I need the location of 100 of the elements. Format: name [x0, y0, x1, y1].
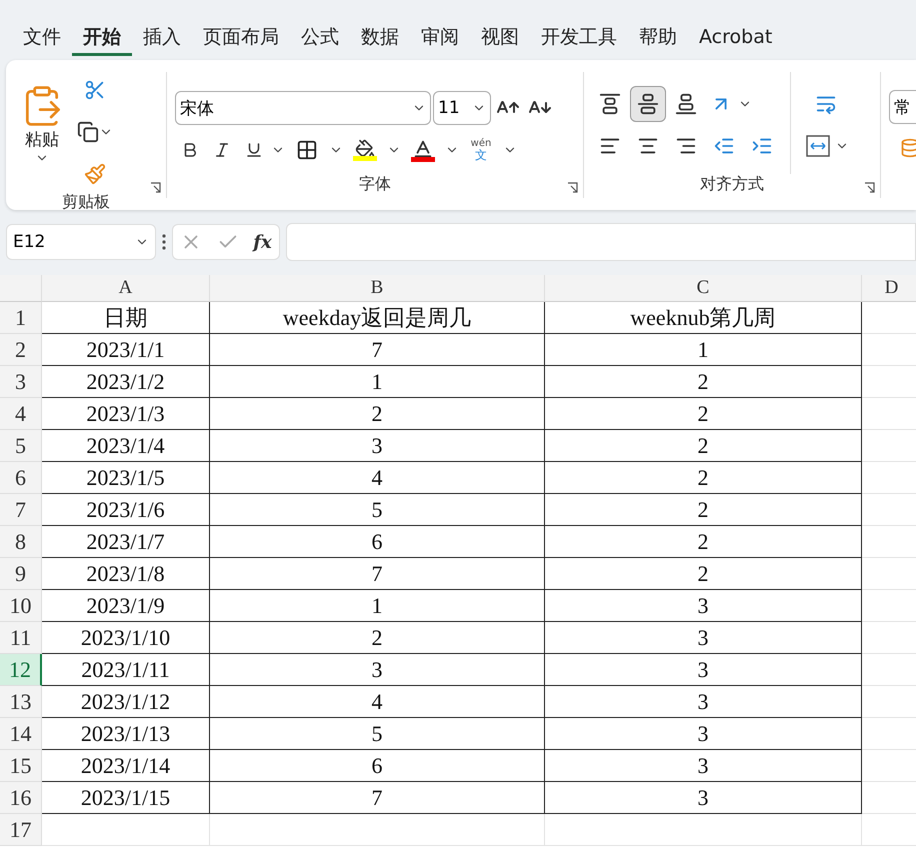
menu-tab[interactable]: 公式 — [290, 22, 350, 56]
table-cell: 5 — [210, 494, 545, 526]
row-header[interactable]: 7 — [0, 494, 42, 526]
table-cell: 3 — [545, 622, 862, 654]
table-cell: 2 — [210, 622, 545, 654]
italic-icon[interactable] — [213, 141, 231, 159]
menu-tab[interactable]: 文件 — [12, 22, 72, 56]
insert-function-button[interactable]: fx — [253, 232, 272, 252]
row-header[interactable]: 1 — [0, 302, 42, 334]
table-cell: 3 — [210, 430, 545, 462]
font-name-dropdown[interactable]: 宋体 — [175, 91, 431, 125]
formula-input[interactable] — [286, 223, 916, 261]
table-cell: 2 — [545, 526, 862, 558]
row-header[interactable]: 10 — [0, 590, 42, 622]
paintbrush-icon[interactable] — [84, 163, 106, 185]
table-cell: 2023/1/2 — [42, 366, 210, 398]
table-cell: weeknub第几周 — [545, 302, 862, 334]
group-title: 剪贴板 — [62, 192, 110, 213]
name-box[interactable]: E12 — [6, 224, 156, 260]
table-cell: 2023/1/11 — [42, 654, 210, 686]
column-header[interactable]: C — [545, 275, 862, 302]
table-cell: 3 — [545, 750, 862, 782]
menu-tab[interactable]: 页面布局 — [192, 22, 290, 56]
table-cell: 2023/1/12 — [42, 686, 210, 718]
row-header[interactable]: 2 — [0, 334, 42, 366]
table-cell: 6 — [210, 750, 545, 782]
row-header[interactable]: 6 — [0, 462, 42, 494]
table-cell: 2 — [545, 558, 862, 590]
borders-icon[interactable] — [296, 139, 318, 161]
column-header[interactable]: D — [862, 275, 916, 302]
vertical-align-button[interactable] — [630, 86, 666, 122]
row-header[interactable]: 16 — [0, 782, 42, 814]
table-cell: 3 — [545, 654, 862, 686]
number-format-dropdown[interactable]: 常 — [889, 90, 916, 124]
table-cell: 2023/1/10 — [42, 622, 210, 654]
table-cell: 2023/1/6 — [42, 494, 210, 526]
row-header[interactable]: 15 — [0, 750, 42, 782]
table-cell: 2 — [545, 462, 862, 494]
menu-tab[interactable]: 开始 — [72, 22, 132, 56]
menu-tab[interactable]: 数据 — [350, 22, 410, 56]
table-cell: weekday返回是周几 — [210, 302, 545, 334]
merge-center-icon[interactable] — [806, 135, 830, 157]
table-cell: 5 — [210, 718, 545, 750]
dialog-launcher-icon[interactable] — [864, 182, 876, 194]
menu-tab[interactable]: 开发工具 — [530, 22, 628, 56]
row-header[interactable]: 4 — [0, 398, 42, 430]
menu-tab[interactable]: 帮助 — [628, 22, 688, 56]
table-cell: 3 — [545, 718, 862, 750]
menu-tab[interactable]: 视图 — [470, 22, 530, 56]
row-header[interactable]: 14 — [0, 718, 42, 750]
row-header[interactable]: 12 — [0, 654, 42, 686]
table-cell: 7 — [210, 782, 545, 814]
row-header[interactable]: 5 — [0, 430, 42, 462]
table-cell: 3 — [545, 590, 862, 622]
middle-align-icon — [637, 93, 659, 115]
table-cell: 4 — [210, 686, 545, 718]
table-cell: 2 — [545, 398, 862, 430]
table-cell: 6 — [210, 526, 545, 558]
row-header[interactable]: 17 — [0, 814, 42, 846]
phonetic-button[interactable]: wén 文 — [470, 139, 492, 161]
table-cell: 2023/1/9 — [42, 590, 210, 622]
menu-tab[interactable]: 插入 — [132, 22, 192, 56]
table-cell: 3 — [545, 686, 862, 718]
table-cell: 1 — [210, 366, 545, 398]
group-title: 字体 — [359, 174, 391, 195]
row-header[interactable]: 8 — [0, 526, 42, 558]
drag-handle-icon[interactable] — [162, 234, 166, 250]
paste-button[interactable]: 粘贴 — [14, 72, 70, 192]
column-header[interactable]: A — [42, 275, 210, 302]
underline-icon[interactable] — [245, 141, 263, 159]
scissors-icon[interactable] — [84, 79, 106, 101]
row-header[interactable]: 13 — [0, 686, 42, 718]
font-size-dropdown[interactable]: 11 — [433, 91, 491, 125]
row-header[interactable]: 3 — [0, 366, 42, 398]
menu-tab[interactable]: 审阅 — [410, 22, 470, 56]
dialog-launcher-icon[interactable] — [567, 182, 579, 194]
table-cell: 2 — [210, 398, 545, 430]
top-align-icon — [599, 93, 621, 115]
group-title: 对齐方式 — [700, 174, 764, 195]
table-cell: 2023/1/5 — [42, 462, 210, 494]
table-cell: 7 — [210, 334, 545, 366]
fill-color-icon[interactable] — [353, 139, 377, 161]
column-header[interactable]: B — [210, 275, 545, 302]
font-color-icon[interactable] — [411, 138, 435, 162]
copy-icon[interactable] — [77, 121, 99, 143]
table-cell: 2023/1/4 — [42, 430, 210, 462]
row-header[interactable]: 11 — [0, 622, 42, 654]
table-cell: 3 — [210, 654, 545, 686]
row-header[interactable]: 9 — [0, 558, 42, 590]
table-cell: 1 — [210, 590, 545, 622]
table-cell: 2023/1/15 — [42, 782, 210, 814]
table-cell: 2023/1/1 — [42, 334, 210, 366]
table-cell: 2 — [545, 430, 862, 462]
dialog-launcher-icon[interactable] — [150, 182, 162, 194]
table-cell: 2 — [545, 494, 862, 526]
table-cell: 1 — [545, 334, 862, 366]
menu-tab[interactable]: Acrobat — [688, 22, 784, 56]
table-cell: 7 — [210, 558, 545, 590]
table-cell: 2023/1/7 — [42, 526, 210, 558]
table-cell: 2 — [545, 366, 862, 398]
